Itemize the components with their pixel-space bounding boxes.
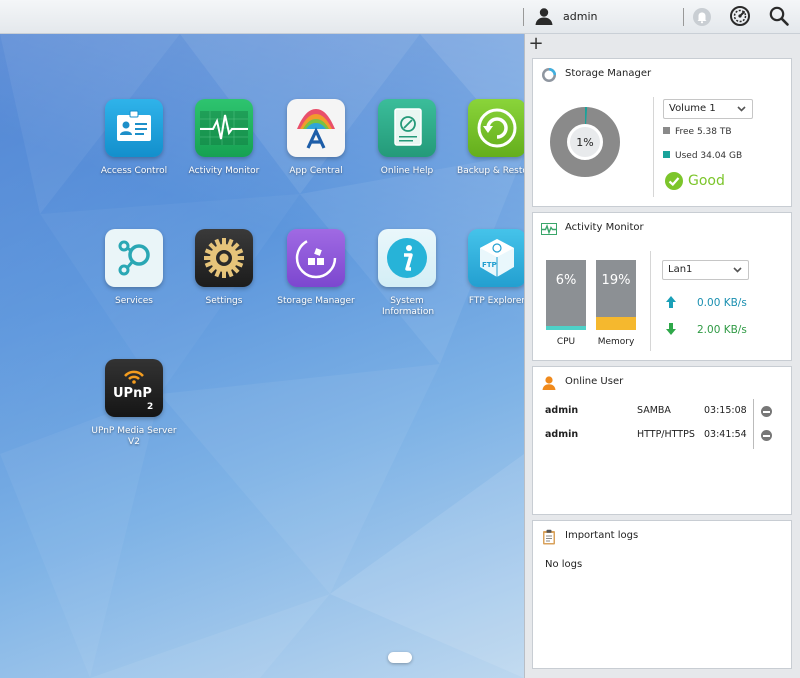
svg-text:FTP: FTP — [482, 261, 497, 269]
online-user-service: SAMBA — [637, 405, 671, 416]
app-label: Storage Manager — [277, 296, 355, 306]
user-icon[interactable] — [534, 6, 554, 26]
ftp-icon: FTP — [468, 229, 524, 287]
storage-status: Good — [688, 173, 725, 189]
storage-manager-widget: Storage Manager 1% Volume 1 Free 5.38 TB… — [532, 58, 792, 207]
app-storage-manager[interactable]: Storage Manager — [272, 229, 360, 307]
download-arrow-icon — [666, 323, 676, 335]
cpu-bar: 6% — [546, 260, 586, 330]
used-space: Used 34.04 GB — [663, 151, 742, 161]
memory-fill — [596, 317, 636, 330]
memory-bar: 19% — [596, 260, 636, 330]
gear-icon — [195, 229, 253, 287]
important-logs-widget: Important logs No logs — [532, 520, 792, 669]
free-space: Free 5.38 TB — [663, 127, 732, 137]
app-label: FTP Explorer — [468, 296, 524, 306]
app-label: Backup & Restore — [457, 166, 524, 176]
app-label: Access Control — [100, 166, 168, 176]
app-upnp-media-server[interactable]: UPnP 2 UPnP Media Server V2 — [90, 359, 178, 448]
activity-monitor-widget: Activity Monitor 6% CPU 19% Memory Lan1 … — [532, 212, 792, 361]
check-icon — [665, 172, 683, 190]
divider — [753, 399, 754, 449]
disconnect-user-button[interactable] — [761, 406, 772, 417]
services-icon — [105, 229, 163, 287]
app-backup-restore[interactable]: Backup & Restore — [453, 99, 524, 177]
app-central-icon — [287, 99, 345, 157]
app-settings[interactable]: Settings — [180, 229, 268, 307]
online-user-widget: Online User admin SAMBA 03:15:08 admin H… — [532, 366, 792, 515]
storage-widget-icon — [542, 68, 556, 82]
app-label: Services — [115, 296, 153, 306]
svg-text:2: 2 — [147, 402, 153, 412]
chevron-down-icon — [733, 267, 742, 273]
top-bar: admin — [0, 0, 800, 34]
gauge-icon[interactable] — [729, 5, 751, 27]
divider — [683, 8, 684, 26]
activity-widget-icon — [541, 223, 557, 235]
app-services[interactable]: Services — [90, 229, 178, 307]
search-icon[interactable] — [768, 5, 790, 27]
id-card-icon — [105, 99, 163, 157]
username-label[interactable]: admin — [563, 10, 597, 23]
disconnect-user-button[interactable] — [761, 430, 772, 441]
bell-icon[interactable] — [692, 7, 712, 27]
online-user-time: 03:15:08 — [704, 405, 747, 416]
free-swatch — [663, 127, 670, 134]
lan-select[interactable]: Lan1 — [662, 260, 749, 280]
memory-value: 19% — [601, 273, 631, 288]
desktop: Access Control Activity Monitor App Cent… — [0, 34, 524, 678]
app-online-help[interactable]: Online Help — [363, 99, 451, 177]
divider — [653, 97, 654, 197]
clipboard-icon — [543, 529, 555, 545]
used-swatch — [663, 151, 670, 158]
app-label: Settings — [205, 296, 243, 306]
dock-handle[interactable] — [388, 652, 412, 663]
widget-title: Important logs — [565, 530, 639, 541]
online-user-name: admin — [545, 429, 579, 440]
svg-text:UPnP: UPnP — [113, 386, 152, 401]
widget-title: Storage Manager — [565, 68, 652, 79]
divider — [523, 8, 524, 26]
app-label: System Information — [382, 296, 435, 317]
app-access-control[interactable]: Access Control — [90, 99, 178, 177]
widget-title: Activity Monitor — [565, 222, 644, 233]
info-icon — [378, 229, 436, 287]
app-label: App Central — [289, 166, 343, 176]
cpu-fill — [546, 326, 586, 330]
cpu-label: CPU — [556, 337, 576, 347]
app-activity-monitor[interactable]: Activity Monitor — [180, 99, 268, 177]
free-space-label: Free 5.38 TB — [675, 127, 732, 137]
heartbeat-icon — [195, 99, 253, 157]
download-speed: 2.00 KB/s — [697, 324, 747, 336]
volume-select-value: Volume 1 — [669, 103, 716, 114]
lan-select-value: Lan1 — [668, 264, 693, 275]
cpu-value: 6% — [555, 273, 577, 288]
app-label: UPnP Media Server V2 — [91, 426, 177, 447]
upload-speed: 0.00 KB/s — [697, 297, 747, 309]
logs-empty-message: No logs — [545, 559, 583, 570]
widget-title: Online User — [565, 376, 624, 387]
app-system-information[interactable]: System Information — [363, 229, 451, 318]
upload-arrow-icon — [666, 296, 676, 308]
app-ftp-explorer[interactable]: FTP FTP Explorer — [453, 229, 524, 307]
app-label: Activity Monitor — [188, 166, 260, 176]
memory-label: Memory — [597, 337, 635, 347]
online-user-time: 03:41:54 — [704, 429, 747, 440]
online-user-service: HTTP/HTTPS — [637, 429, 695, 440]
app-label: Online Help — [380, 166, 434, 176]
add-widget-button[interactable]: + — [527, 35, 545, 54]
backup-icon — [468, 99, 524, 157]
online-user-icon — [542, 376, 556, 390]
upnp-icon: UPnP 2 — [105, 359, 163, 417]
chevron-down-icon — [737, 106, 746, 112]
divider — [650, 251, 651, 351]
online-user-name: admin — [545, 405, 579, 416]
storage-percent: 1% — [576, 136, 594, 149]
volume-select[interactable]: Volume 1 — [663, 99, 753, 119]
app-app-central[interactable]: App Central — [272, 99, 360, 177]
used-space-label: Used 34.04 GB — [675, 151, 743, 161]
help-book-icon — [378, 99, 436, 157]
storage-manager-icon — [287, 229, 345, 287]
